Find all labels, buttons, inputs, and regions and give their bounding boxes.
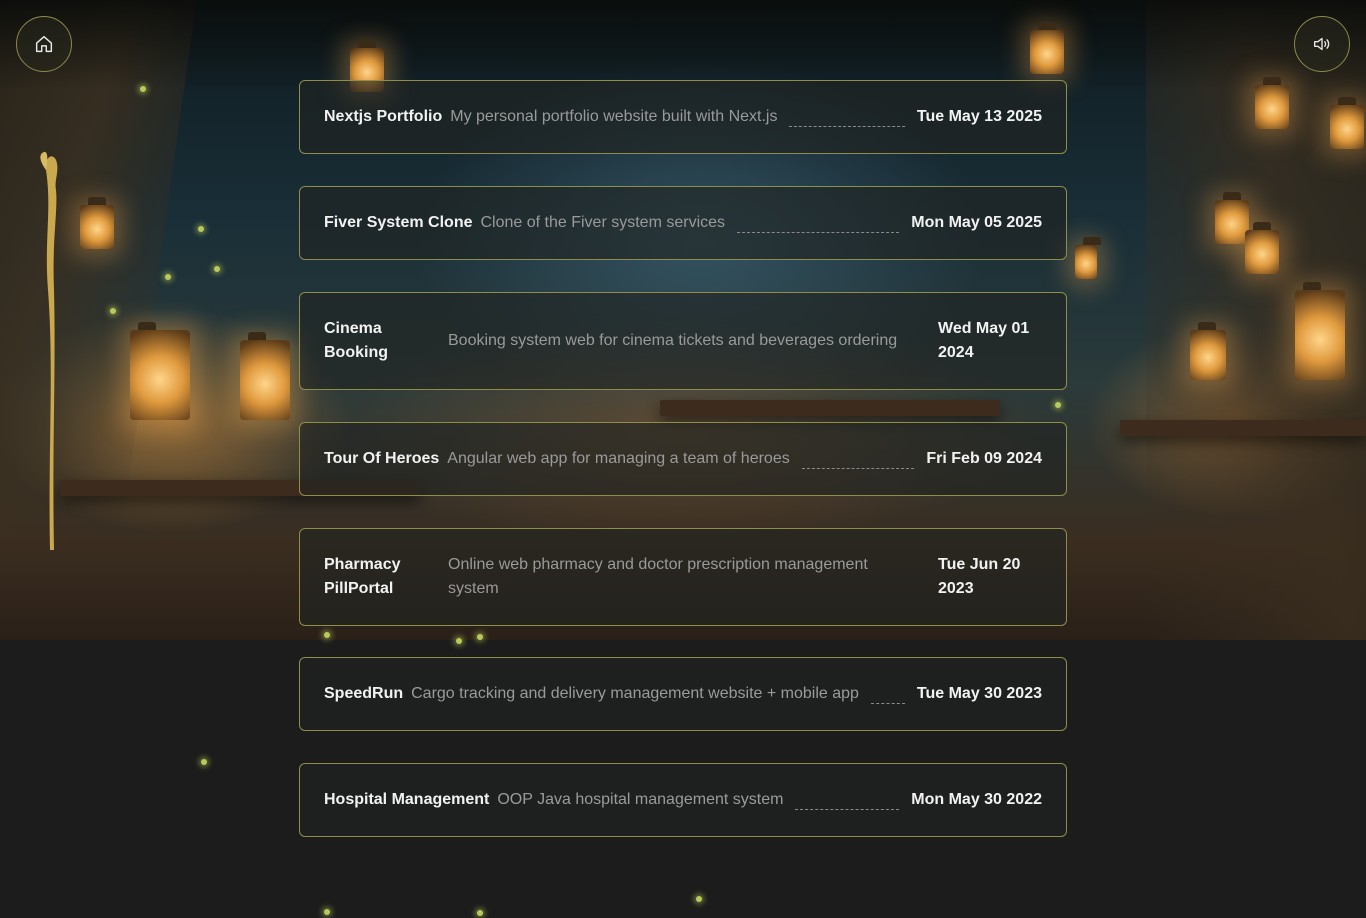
wizard-staff-icon [40, 151, 58, 550]
project-card[interactable]: Hospital Management OOP Java hospital ma… [299, 763, 1067, 837]
project-name: Pharmacy PillPortal [324, 556, 401, 597]
firefly [696, 896, 702, 902]
firefly [110, 308, 116, 314]
lantern-icon [1215, 192, 1249, 244]
project-name: Hospital Management [324, 791, 490, 808]
project-date: Tue May 13 2025 [916, 108, 1042, 125]
project-card[interactable]: Pharmacy PillPortal Online web pharmacy … [299, 528, 1067, 626]
project-card[interactable]: SpeedRun Cargo tracking and delivery man… [299, 657, 1067, 731]
project-date: Fri Feb 09 2024 [926, 450, 1042, 467]
lantern-icon [1330, 97, 1364, 149]
sound-toggle-button[interactable] [1294, 16, 1350, 72]
project-card[interactable]: Cinema Booking Booking system web for ci… [299, 292, 1067, 390]
project-description: OOP Java hospital management system [497, 791, 784, 808]
lantern-icon [1245, 222, 1279, 274]
project-description: My personal portfolio website built with… [450, 108, 778, 125]
firefly [165, 274, 171, 280]
lantern-icon [1075, 237, 1101, 279]
lantern-icon [80, 197, 114, 249]
project-description: Booking system web for cinema tickets an… [448, 332, 898, 349]
firefly [214, 266, 220, 272]
project-description: Cargo tracking and delivery management w… [411, 685, 859, 702]
project-card[interactable]: Fiver System Clone Clone of the Fiver sy… [299, 186, 1067, 260]
project-card[interactable]: Tour Of Heroes Angular web app for manag… [299, 422, 1067, 496]
tree-canopy [0, 0, 1366, 90]
project-description: Clone of the Fiver system services [480, 214, 726, 231]
firefly [324, 909, 330, 915]
lantern-icon [1255, 77, 1289, 129]
wooden-table [660, 400, 1000, 416]
project-name: SpeedRun [324, 685, 404, 702]
firefly [198, 226, 204, 232]
project-name: Nextjs Portfolio [324, 108, 443, 125]
firefly [477, 634, 483, 640]
firefly [1055, 402, 1061, 408]
project-name: Tour Of Heroes [324, 450, 440, 467]
dotted-leader [801, 456, 915, 469]
project-date: Wed May 01 2024 [938, 320, 1030, 361]
project-date: Mon May 30 2022 [911, 791, 1042, 808]
lantern-icon [240, 332, 290, 420]
project-card[interactable]: Nextjs Portfolio My personal portfolio w… [299, 80, 1067, 154]
firefly [201, 759, 207, 765]
project-description: Online web pharmacy and doctor prescript… [448, 556, 868, 597]
home-icon [35, 35, 53, 53]
project-description: Angular web app for managing a team of h… [447, 450, 790, 467]
dotted-leader [870, 691, 905, 704]
dotted-leader [795, 797, 900, 810]
project-date: Tue Jun 20 2023 [938, 556, 1021, 597]
dotted-leader [737, 220, 900, 233]
project-date: Tue May 30 2023 [916, 685, 1042, 702]
lantern-icon [1030, 22, 1064, 74]
lantern-icon [1295, 282, 1345, 380]
dotted-leader [789, 114, 905, 127]
firefly [456, 638, 462, 644]
home-button[interactable] [16, 16, 72, 72]
lantern-icon [130, 322, 190, 420]
project-date: Mon May 05 2025 [911, 214, 1042, 231]
speaker-icon [1313, 37, 1330, 51]
project-name: Cinema Booking [324, 320, 388, 361]
firefly [324, 632, 330, 638]
wooden-table [1120, 420, 1366, 436]
firefly [140, 86, 146, 92]
firefly [477, 910, 483, 916]
project-name: Fiver System Clone [324, 214, 473, 231]
lantern-icon [1190, 322, 1226, 380]
